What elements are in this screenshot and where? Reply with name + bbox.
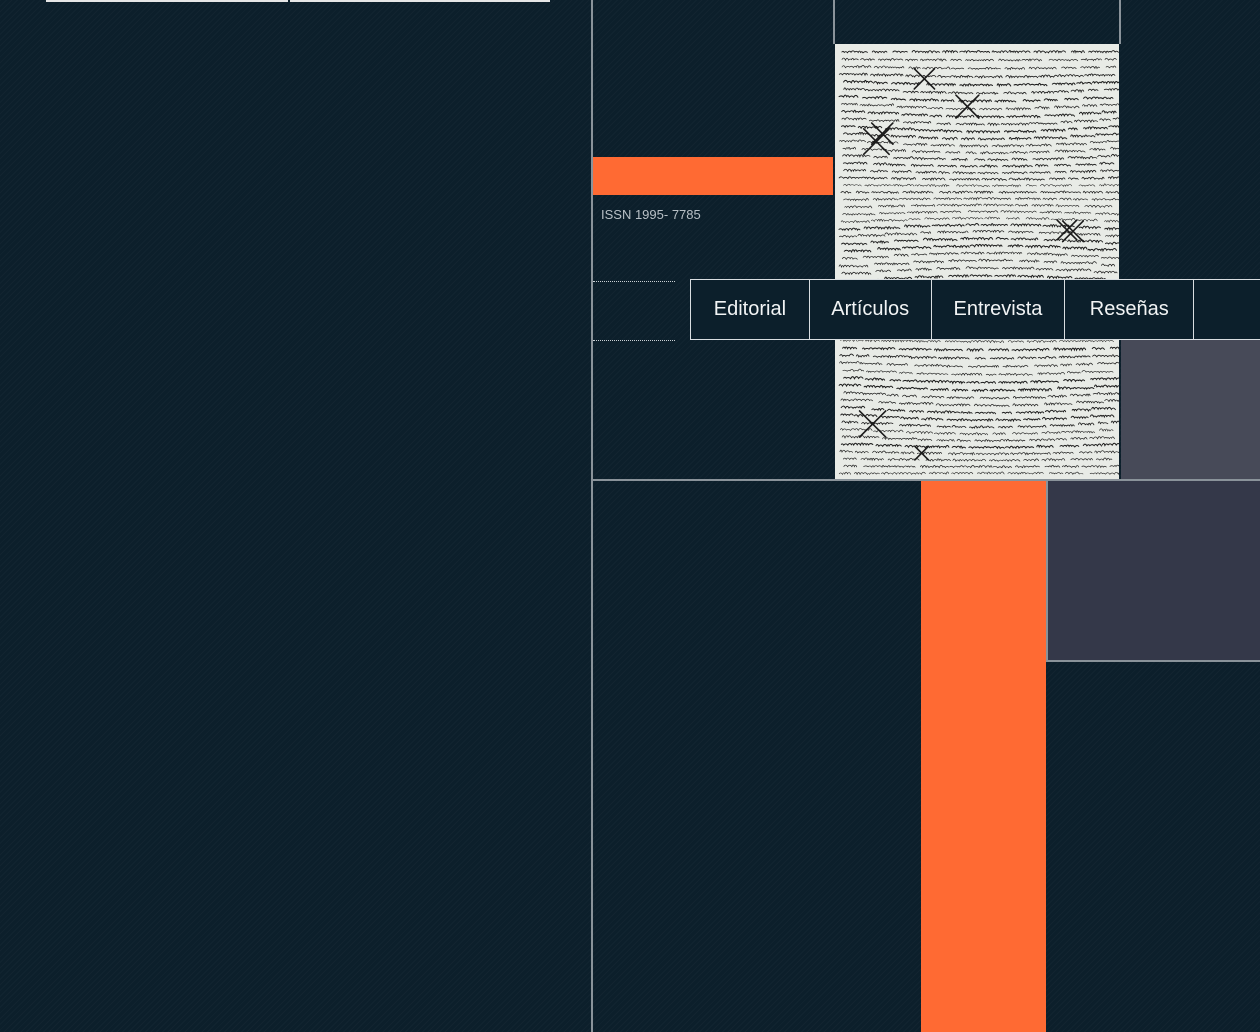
top-rule-gap [288, 0, 290, 2]
top-rule [46, 0, 550, 2]
nav-item-more[interactable] [1194, 280, 1260, 339]
cover-left-divider [833, 0, 835, 44]
dotted-rule-bottom [593, 340, 675, 341]
slate-panel-top [1121, 340, 1260, 479]
handwriting-image [838, 49, 1119, 476]
issn-label: ISSN 1995- 7785 [601, 207, 701, 222]
page: ISSN 1995- 7785 Editorial Artículos Entr… [0, 0, 1260, 1032]
cover-right-divider [1119, 0, 1121, 44]
cover-image [835, 44, 1119, 479]
nav-item-editorial[interactable]: Editorial [691, 280, 810, 339]
main-vertical-divider [591, 0, 593, 1032]
slate-panel-middle [1046, 481, 1260, 662]
nav-item-resenas[interactable]: Reseñas [1065, 280, 1195, 339]
main-nav: Editorial Artículos Entrevista Reseñas [690, 279, 1260, 340]
accent-bar [593, 157, 833, 195]
nav-item-entrevista[interactable]: Entrevista [932, 280, 1066, 339]
orange-column [921, 481, 1046, 1032]
dotted-rule-top [593, 281, 675, 282]
nav-item-articulos[interactable]: Artículos [810, 280, 932, 339]
